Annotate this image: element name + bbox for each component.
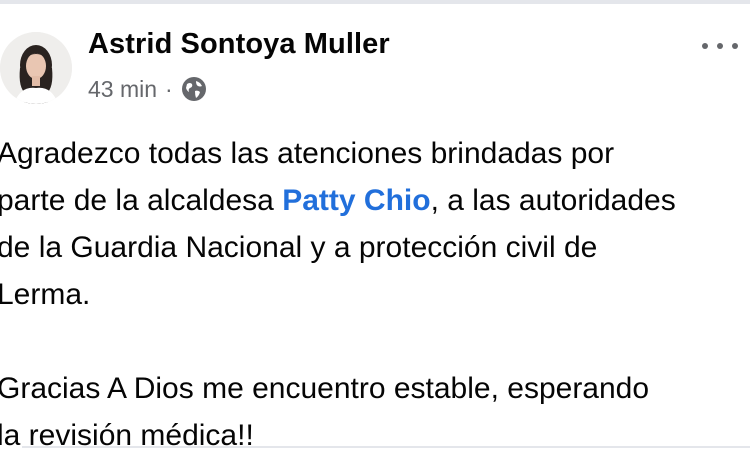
avatar[interactable] xyxy=(0,32,72,104)
more-options-button[interactable] xyxy=(702,36,738,56)
post-body: Agradezco todas las atenciones brindadas… xyxy=(0,130,750,450)
globe-icon[interactable] xyxy=(181,76,207,102)
post-text-segment: , a las autoridades xyxy=(430,184,676,217)
post-timestamp[interactable]: 43 min xyxy=(88,76,157,103)
more-options-dot xyxy=(702,43,708,49)
post-meta: 43 min · xyxy=(88,74,207,104)
author-name[interactable]: Astrid Sontoya Muller xyxy=(88,28,390,61)
mention-link[interactable]: Patty Chio xyxy=(282,184,430,217)
more-options-dot xyxy=(732,43,738,49)
facebook-post-screenshot: Astrid Sontoya Muller 43 min · Agradezco… xyxy=(0,0,750,450)
avatar-photo-icon xyxy=(0,32,72,104)
post-header: Astrid Sontoya Muller 43 min · xyxy=(0,28,750,118)
post-text-line: Lerma. xyxy=(0,278,91,311)
post-text-line: de la Guardia Nacional y a protección ci… xyxy=(0,231,598,264)
top-divider xyxy=(0,0,750,4)
meta-separator: · xyxy=(165,75,173,102)
post-text-line: Gracias A Dios me encuentro estable, esp… xyxy=(0,372,650,405)
bottom-divider xyxy=(22,446,750,448)
post-text-segment: parte de la alcaldesa xyxy=(0,184,283,217)
post-text-line: Agradezco todas las atenciones brindadas… xyxy=(0,137,615,170)
post-text-line: parte de la alcaldesa Patty Chio, a las … xyxy=(0,177,750,224)
post-text-line: la revisión médica!! xyxy=(0,419,254,450)
more-options-dot xyxy=(717,43,723,49)
